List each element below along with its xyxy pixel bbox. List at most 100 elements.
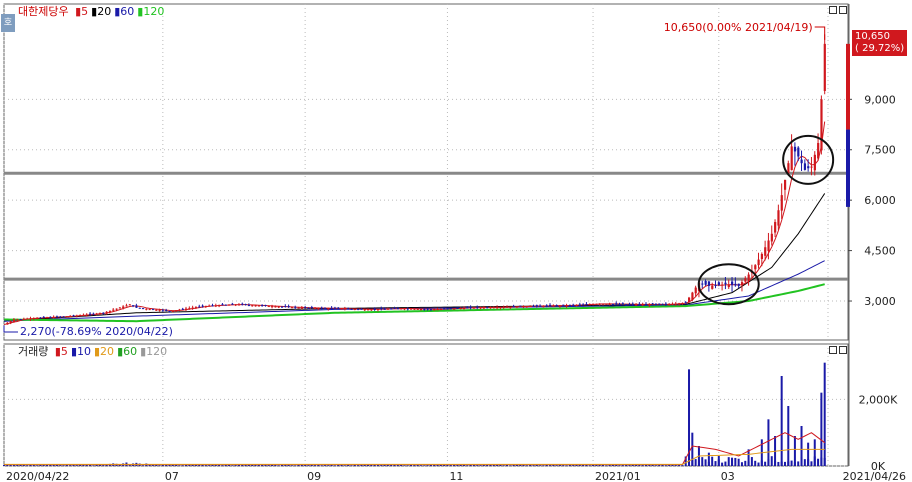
candle-body <box>770 233 773 242</box>
volume-y-tick-label-0: 2,000K <box>859 393 898 406</box>
candle-body <box>194 307 198 309</box>
volume-pane-minimize-button[interactable] <box>829 346 837 354</box>
candle-body <box>185 308 188 310</box>
candle-body <box>565 305 568 307</box>
volume-bar <box>562 465 565 466</box>
volume-bar <box>479 465 482 466</box>
volume-bar <box>178 465 181 466</box>
candle-body <box>347 308 350 310</box>
price-legend-ma-5[interactable]: ▮5 <box>75 5 88 18</box>
candle-body <box>472 307 476 309</box>
volume-legend-ma-120[interactable]: ▮120 <box>140 345 167 358</box>
candle-body <box>661 303 664 305</box>
candle-body <box>568 304 572 306</box>
candle-body <box>42 316 45 318</box>
candle-body <box>148 309 151 311</box>
candle-body <box>800 159 803 164</box>
volume-bar <box>75 465 78 466</box>
volume-bar <box>793 436 796 466</box>
volume-bar <box>777 461 780 466</box>
volume-bar <box>102 465 105 466</box>
volume-bar <box>754 460 757 466</box>
candle-body <box>125 305 128 307</box>
candle-body <box>681 302 684 305</box>
candle-body <box>529 306 532 308</box>
price-pane-maximize-button[interactable] <box>839 6 847 14</box>
volume-bar <box>588 465 591 466</box>
volume-bar <box>724 461 727 466</box>
candle-body <box>79 315 82 317</box>
price-pane-minimize-button[interactable] <box>829 6 837 14</box>
candle-body <box>98 313 102 315</box>
price-range-bar-down <box>846 129 850 207</box>
volume-legend: 거래량 ▮5 ▮10 ▮20 ▮60 ▮120 <box>18 345 173 359</box>
candle-body <box>304 307 307 309</box>
candle-body <box>595 303 598 305</box>
candle-body <box>433 309 436 311</box>
candle-body <box>69 316 72 318</box>
x-tick-label-6: 2021/04/26 <box>843 470 906 482</box>
candle-body <box>496 307 499 309</box>
candle-body <box>545 305 548 307</box>
price-legend-ma-120[interactable]: ▮120 <box>137 5 164 18</box>
volume-bar <box>406 465 409 466</box>
candle-body <box>165 310 168 312</box>
x-tick-label-0: 2020/04/22 <box>6 470 69 482</box>
candle-body <box>644 303 648 305</box>
candle-body <box>350 308 353 310</box>
price-legend-ma-60[interactable]: ▮60 <box>114 5 134 18</box>
candle-body <box>320 307 323 309</box>
candle-body <box>618 304 621 306</box>
candle-body <box>274 306 277 308</box>
candle-body <box>390 308 393 310</box>
hoga-icon[interactable]: 호 <box>1 14 15 32</box>
candle-body <box>224 304 227 306</box>
candle-body <box>360 308 363 310</box>
stock-chart: 9,0007,5006,0004,5003,0002,000K0K2020/04… <box>3 3 906 482</box>
volume-pane-maximize-button[interactable] <box>839 346 847 354</box>
candle-body <box>307 307 310 309</box>
candle-body <box>300 307 304 309</box>
price-legend-ma-20[interactable]: ▮20 <box>91 5 111 18</box>
volume-bar <box>323 465 326 466</box>
candle-body <box>592 304 595 306</box>
candle-body <box>290 307 294 309</box>
candle-body <box>426 308 429 310</box>
volume-bar <box>9 465 12 466</box>
candle-body <box>737 283 740 286</box>
candle-body <box>760 253 764 259</box>
candle-body <box>214 305 217 307</box>
volume-legend-ma-20[interactable]: ▮20 <box>94 345 114 358</box>
candle-body <box>128 304 131 306</box>
candle-body <box>539 305 542 307</box>
volume-bar <box>797 461 800 466</box>
candle-body <box>247 305 251 307</box>
volume-legend-ma-10[interactable]: ▮10 <box>71 345 91 358</box>
candle-body <box>810 166 813 168</box>
volume-bar <box>664 465 667 466</box>
candle-body <box>151 308 155 310</box>
candle-body <box>16 319 19 321</box>
volume-bar <box>737 458 740 466</box>
volume-legend-ma-5[interactable]: ▮5 <box>55 345 68 358</box>
candle-body <box>323 307 327 309</box>
candle-body <box>648 304 651 306</box>
candle-body <box>108 310 112 312</box>
candle-body <box>512 306 515 308</box>
volume-bar <box>449 465 452 466</box>
candle-body <box>764 247 767 256</box>
candle-body <box>443 308 446 310</box>
candle-body <box>469 306 472 308</box>
candle-body <box>466 307 469 309</box>
candle-body <box>701 283 704 285</box>
candle-body <box>668 304 671 306</box>
candle-body <box>181 308 184 310</box>
y-tick-label-4: 3,000 <box>864 295 896 308</box>
volume-bar <box>307 465 310 466</box>
candle-body <box>803 163 807 170</box>
candle-body <box>251 305 254 307</box>
volume-legend-ma-60[interactable]: ▮60 <box>117 345 137 358</box>
stock-name[interactable]: 대한제당우 <box>18 5 69 18</box>
volume-bar <box>343 465 346 466</box>
candle-body <box>453 308 456 310</box>
